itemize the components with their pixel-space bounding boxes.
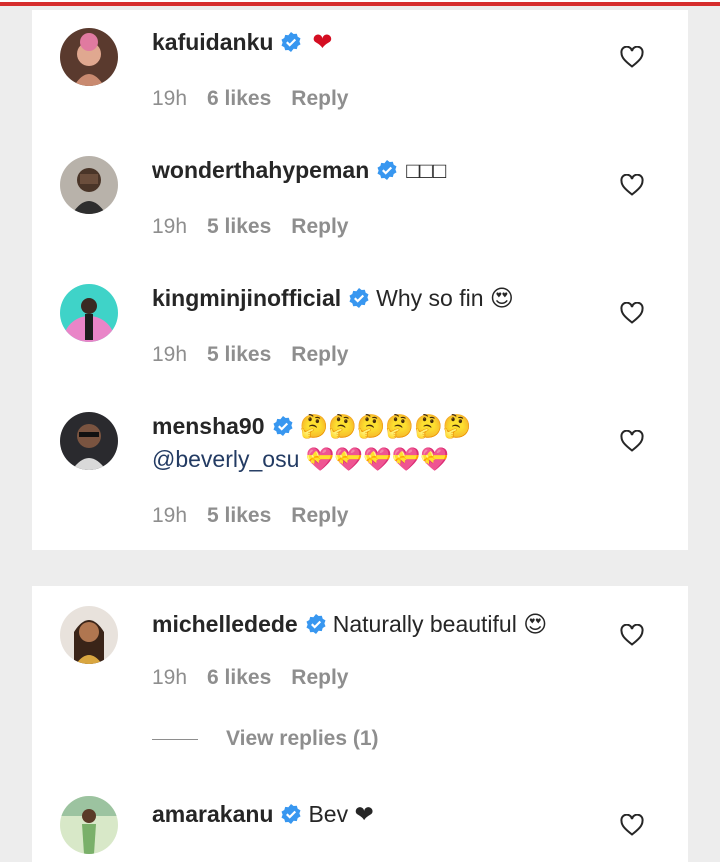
comment-time: 19h bbox=[152, 504, 188, 527]
verified-badge-icon bbox=[272, 415, 294, 437]
comment-body: michelledede Naturally beautiful 😍 bbox=[152, 608, 628, 641]
comment-text: 🤔🤔🤔🤔🤔🤔 bbox=[299, 413, 472, 439]
like-heart-icon[interactable] bbox=[620, 624, 644, 646]
comment-time: 19h bbox=[152, 87, 188, 110]
top-accent-border bbox=[0, 0, 720, 6]
verified-badge-icon bbox=[376, 159, 398, 181]
like-heart-icon[interactable] bbox=[620, 46, 644, 68]
like-heart-icon[interactable] bbox=[620, 430, 644, 452]
like-heart-icon[interactable] bbox=[620, 814, 644, 836]
username[interactable]: kafuidanku bbox=[152, 29, 273, 55]
comment-meta: 19h 5 likes Reply bbox=[152, 504, 348, 528]
verified-badge-icon bbox=[280, 31, 302, 53]
comment-body: wonderthahypeman □□□ bbox=[152, 154, 628, 187]
avatar[interactable] bbox=[60, 412, 118, 470]
like-heart-icon[interactable] bbox=[620, 174, 644, 196]
comment-body: kafuidanku ❤ bbox=[152, 26, 628, 59]
verified-badge-icon bbox=[348, 287, 370, 309]
verified-badge-icon bbox=[280, 803, 302, 825]
replies-divider-line bbox=[152, 738, 198, 740]
comment-text-line-2: 💝💝💝💝💝 bbox=[305, 446, 449, 472]
verified-badge-icon bbox=[305, 613, 327, 635]
username[interactable]: amarakanu bbox=[152, 801, 273, 827]
comment-meta: 19h 6 likes Reply bbox=[152, 87, 348, 111]
view-replies-label[interactable]: View replies (1) bbox=[226, 727, 379, 750]
comments-card: kafuidanku ❤ 19h 6 likes Reply wonderthahyp… bbox=[32, 10, 688, 550]
comment-text: Naturally beautiful 😍 bbox=[332, 611, 548, 637]
comments-card: michelledede Naturally beautiful 😍 19h 6 l… bbox=[32, 586, 688, 862]
avatar[interactable] bbox=[60, 156, 118, 214]
comment-meta: 19h 6 likes Reply bbox=[152, 666, 348, 690]
reply-button[interactable]: Reply bbox=[291, 87, 348, 110]
username[interactable]: kingminjinofficial bbox=[152, 285, 341, 311]
avatar[interactable] bbox=[60, 606, 118, 664]
username[interactable]: mensha90 bbox=[152, 413, 265, 439]
avatar[interactable] bbox=[60, 796, 118, 854]
comment-time: 19h bbox=[152, 215, 188, 238]
comment-text: Why so fin 😍 bbox=[376, 285, 514, 311]
comment-meta: 19h 5 likes Reply bbox=[152, 343, 348, 367]
comment-likes[interactable]: 5 likes bbox=[207, 215, 271, 238]
comment-time: 19h bbox=[152, 343, 188, 366]
comment-likes[interactable]: 5 likes bbox=[207, 504, 271, 527]
like-heart-icon[interactable] bbox=[620, 302, 644, 324]
comment-meta: 19h 5 likes Reply bbox=[152, 215, 348, 239]
reply-button[interactable]: Reply bbox=[291, 666, 348, 689]
view-replies-button[interactable]: View replies (1) bbox=[152, 727, 379, 751]
comment-body: amarakanu Bev ❤ bbox=[152, 798, 628, 831]
username[interactable]: wonderthahypeman bbox=[152, 157, 369, 183]
avatar[interactable] bbox=[60, 284, 118, 342]
comment-likes[interactable]: 6 likes bbox=[207, 87, 271, 110]
reply-button[interactable]: Reply bbox=[291, 504, 348, 527]
avatar[interactable] bbox=[60, 28, 118, 86]
comment-text: Bev ❤ bbox=[308, 801, 374, 827]
reply-button[interactable]: Reply bbox=[291, 343, 348, 366]
comment-text: □□□ bbox=[406, 158, 447, 183]
comment-body: mensha90 🤔🤔🤔🤔🤔🤔 @beverly_osu 💝💝💝💝💝 bbox=[152, 410, 628, 476]
comment-body: kingminjinofficial Why so fin 😍 bbox=[152, 282, 628, 315]
red-heart-emoji: ❤ bbox=[312, 29, 333, 56]
mention-link[interactable]: @beverly_osu bbox=[152, 446, 299, 472]
username[interactable]: michelledede bbox=[152, 611, 298, 637]
comment-time: 19h bbox=[152, 666, 188, 689]
reply-button[interactable]: Reply bbox=[291, 215, 348, 238]
comment-likes[interactable]: 6 likes bbox=[207, 666, 271, 689]
comment-likes[interactable]: 5 likes bbox=[207, 343, 271, 366]
